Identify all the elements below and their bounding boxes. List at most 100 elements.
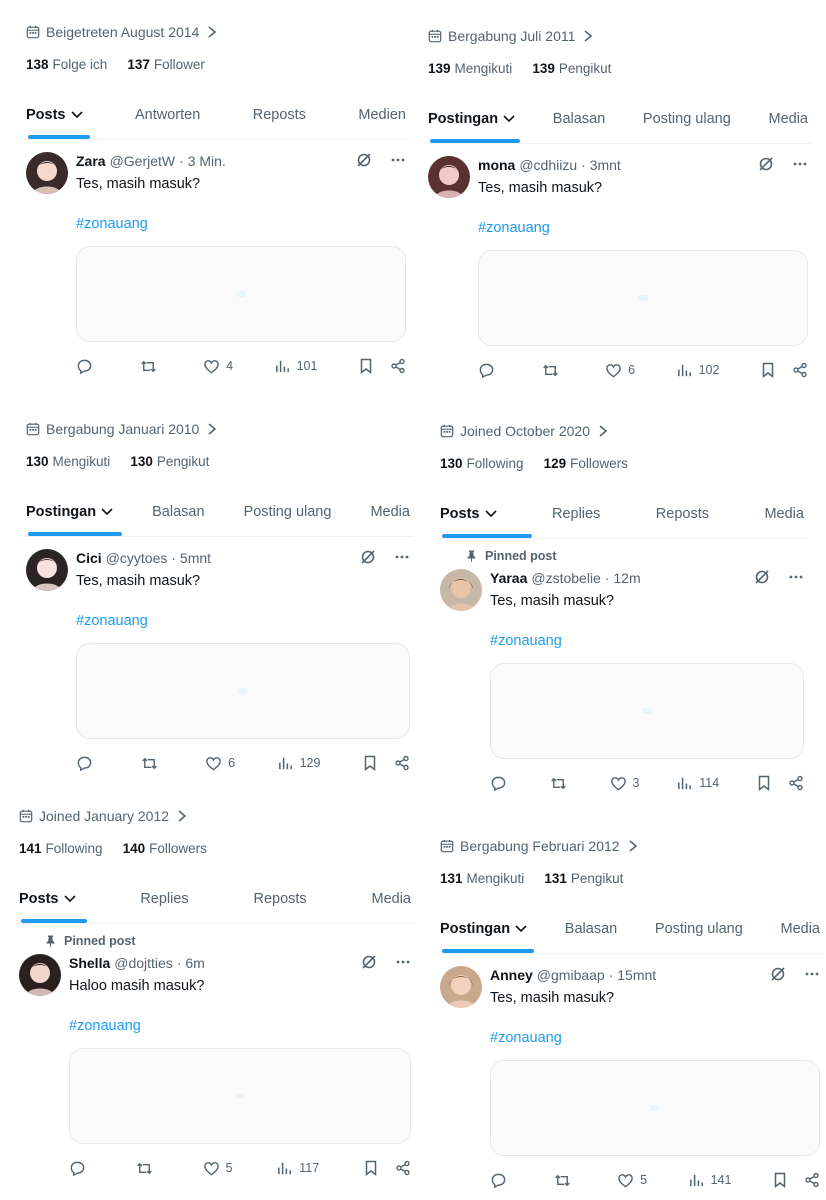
user-handle[interactable]: @zstobelie xyxy=(531,570,600,586)
following-link[interactable]: 141 Following xyxy=(19,841,103,856)
avatar[interactable] xyxy=(428,156,470,198)
repost-button[interactable] xyxy=(542,362,565,379)
following-link[interactable]: 138 Folge ich xyxy=(26,57,107,72)
like-button[interactable]: 3 xyxy=(610,775,639,792)
like-button[interactable]: 6 xyxy=(605,362,635,379)
user-handle[interactable]: @gmibaap xyxy=(537,967,605,983)
share-icon[interactable] xyxy=(804,1172,820,1188)
share-icon[interactable] xyxy=(395,1160,411,1176)
views-button[interactable]: 114 xyxy=(676,775,719,792)
hashtag-link[interactable]: #zonauang xyxy=(478,220,808,236)
joined-date[interactable]: Bergabung Juli 2011 xyxy=(428,26,808,46)
display-name[interactable]: Anney xyxy=(490,967,533,983)
tab-media[interactable]: Medien xyxy=(358,107,406,123)
tab-posts[interactable]: Posts xyxy=(440,506,497,522)
more-options-icon[interactable] xyxy=(792,156,808,172)
grok-icon[interactable] xyxy=(754,569,770,585)
views-button[interactable]: 129 xyxy=(277,755,320,772)
display-name[interactable]: Zara xyxy=(76,153,106,169)
joined-date[interactable]: Joined January 2012 xyxy=(19,806,411,826)
grok-icon[interactable] xyxy=(356,152,372,168)
tab-media[interactable]: Media xyxy=(780,921,820,937)
repost-button[interactable] xyxy=(554,1172,577,1189)
post-time[interactable]: · 3 Min. xyxy=(179,153,226,169)
more-options-icon[interactable] xyxy=(804,966,820,982)
display-name[interactable]: Shella xyxy=(69,955,110,971)
following-link[interactable]: 139 Mengikuti xyxy=(428,61,512,76)
tab-posts[interactable]: Postingan xyxy=(440,921,527,937)
like-button[interactable]: 5 xyxy=(203,1160,232,1177)
media-placeholder[interactable] xyxy=(76,246,406,342)
reply-button[interactable] xyxy=(69,1160,92,1177)
post-time[interactable]: · 12m xyxy=(605,570,641,586)
reply-button[interactable] xyxy=(478,362,501,379)
bookmark-icon[interactable] xyxy=(362,755,378,771)
grok-icon[interactable] xyxy=(770,966,786,982)
like-button[interactable]: 6 xyxy=(205,755,235,772)
avatar[interactable] xyxy=(26,549,68,591)
reply-button[interactable] xyxy=(490,1172,513,1189)
post[interactable]: Zara @GerjetW · 3 Min. Tes, masih masuk?… xyxy=(26,152,406,376)
post[interactable]: Anney @gmibaap · 15mnt Tes, masih masuk?… xyxy=(440,966,820,1190)
user-handle[interactable]: @dojtties xyxy=(114,955,173,971)
views-button[interactable]: 102 xyxy=(676,362,719,379)
reply-button[interactable] xyxy=(490,775,513,792)
grok-icon[interactable] xyxy=(361,954,377,970)
hashtag-link[interactable]: #zonauang xyxy=(490,633,804,649)
followers-link[interactable]: 129 Followers xyxy=(544,456,628,471)
display-name[interactable]: mona xyxy=(478,157,515,173)
display-name[interactable]: Yaraa xyxy=(490,570,527,586)
views-button[interactable]: 117 xyxy=(276,1160,319,1177)
hashtag-link[interactable]: #zonauang xyxy=(76,613,410,629)
media-placeholder[interactable] xyxy=(478,250,808,346)
joined-date[interactable]: Joined October 2020 xyxy=(440,421,804,441)
followers-link[interactable]: 131 Pengikut xyxy=(544,871,623,886)
like-button[interactable]: 5 xyxy=(617,1172,647,1189)
tab-replies[interactable]: Replies xyxy=(552,506,600,522)
post[interactable]: mona @cdhiizu · 3mnt Tes, masih masuk? #… xyxy=(428,156,808,380)
media-placeholder[interactable] xyxy=(76,643,410,739)
tab-reposts[interactable]: Posting ulang xyxy=(655,921,743,937)
post-time[interactable]: · 6m xyxy=(177,955,205,971)
views-button[interactable]: 141 xyxy=(688,1172,731,1189)
repost-button[interactable] xyxy=(136,1160,159,1177)
tab-media[interactable]: Media xyxy=(764,506,804,522)
user-handle[interactable]: @GerjetW xyxy=(110,153,176,169)
tab-replies[interactable]: Antworten xyxy=(135,107,200,123)
tab-reposts[interactable]: Reposts xyxy=(253,891,306,907)
post[interactable]: Cici @cyytoes · 5mnt Tes, masih masuk? #… xyxy=(26,549,410,773)
share-icon[interactable] xyxy=(788,775,804,791)
hashtag-link[interactable]: #zonauang xyxy=(76,216,406,232)
joined-date[interactable]: Bergabung Februari 2012 xyxy=(440,836,820,856)
joined-date[interactable]: Beigetreten August 2014 xyxy=(26,22,406,42)
display-name[interactable]: Cici xyxy=(76,550,102,566)
bookmark-icon[interactable] xyxy=(760,362,776,378)
more-options-icon[interactable] xyxy=(394,549,410,565)
tab-media[interactable]: Media xyxy=(370,504,410,520)
grok-icon[interactable] xyxy=(360,549,376,565)
repost-button[interactable] xyxy=(140,358,163,375)
tab-posts[interactable]: Postingan xyxy=(428,111,515,127)
following-link[interactable]: 130 Following xyxy=(440,456,524,471)
more-options-icon[interactable] xyxy=(390,152,406,168)
views-button[interactable]: 101 xyxy=(274,358,317,375)
post-time[interactable]: · 3mnt xyxy=(581,157,621,173)
tab-reposts[interactable]: Posting ulang xyxy=(643,111,731,127)
more-options-icon[interactable] xyxy=(788,569,804,585)
post[interactable]: Yaraa @zstobelie · 12m Tes, masih masuk?… xyxy=(440,569,804,793)
tab-media[interactable]: Media xyxy=(372,891,412,907)
reply-button[interactable] xyxy=(76,358,99,375)
following-link[interactable]: 130 Mengikuti xyxy=(26,454,110,469)
tab-posts[interactable]: Posts xyxy=(26,107,83,123)
grok-icon[interactable] xyxy=(758,156,774,172)
tab-reposts[interactable]: Reposts xyxy=(253,107,306,123)
tab-reposts[interactable]: Reposts xyxy=(656,506,709,522)
bookmark-icon[interactable] xyxy=(358,358,374,374)
tab-posts[interactable]: Posts xyxy=(19,891,76,907)
followers-link[interactable]: 139 Pengikut xyxy=(532,61,611,76)
post[interactable]: Shella @dojtties · 6m Haloo masih masuk?… xyxy=(19,954,411,1178)
post-time[interactable]: · 15mnt xyxy=(609,967,656,983)
post-time[interactable]: · 5mnt xyxy=(171,550,211,566)
tab-reposts[interactable]: Posting ulang xyxy=(244,504,332,520)
tab-replies[interactable]: Balasan xyxy=(553,111,605,127)
